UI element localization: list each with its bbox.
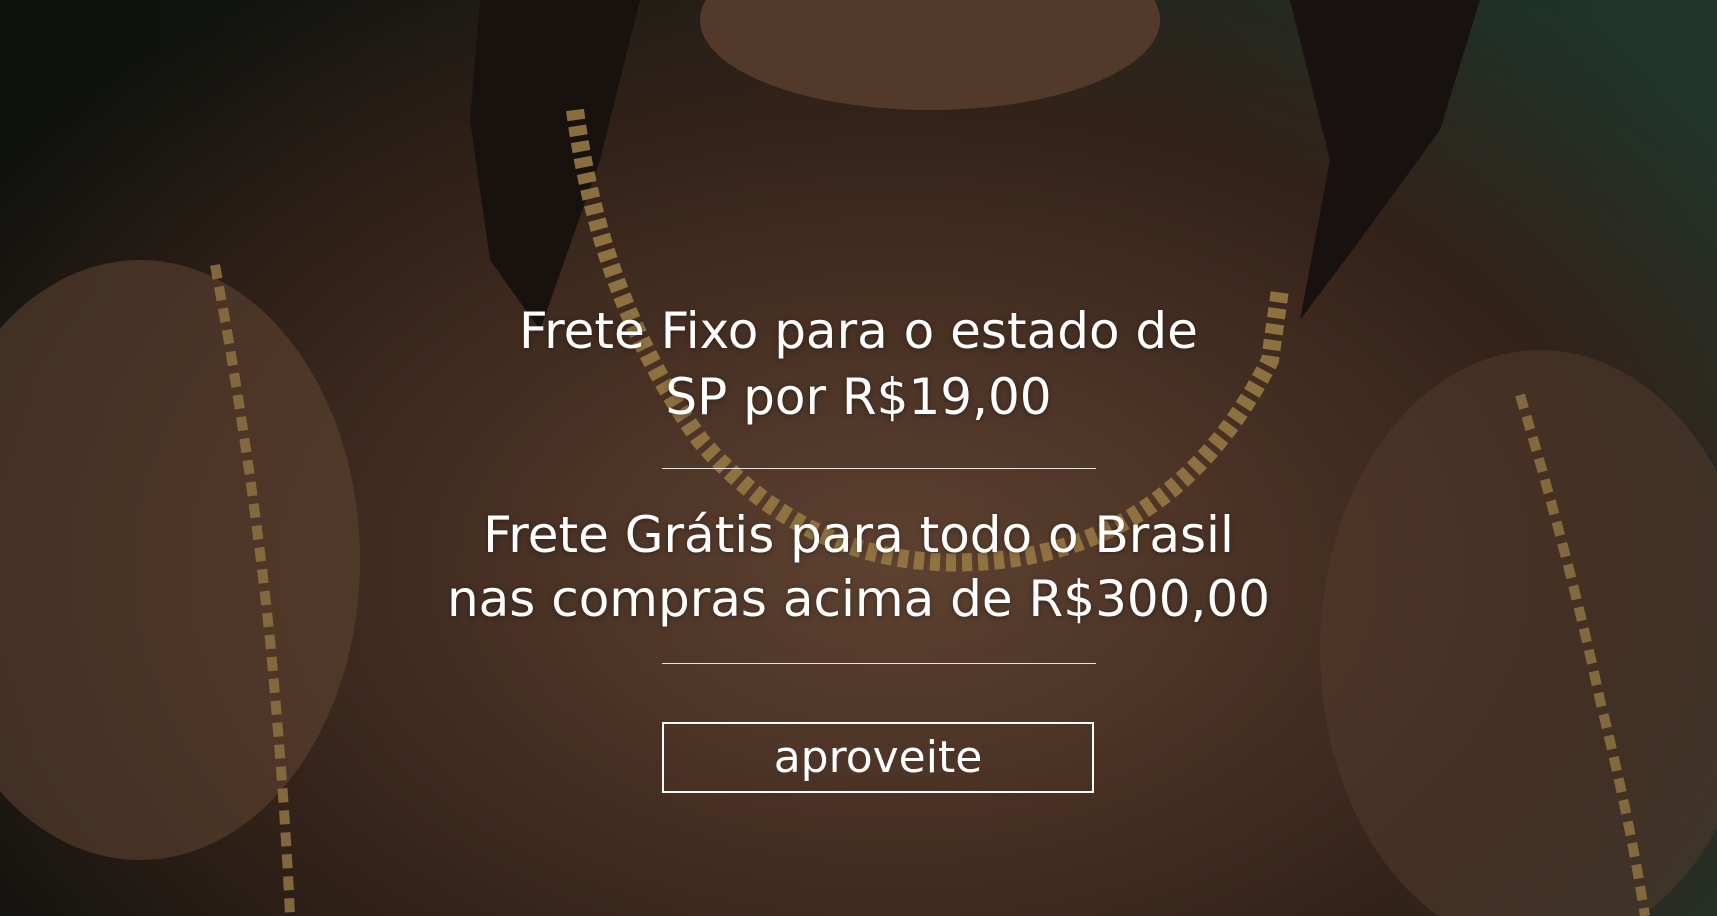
promo-content: Frete Fixo para o estado de SP por R$19,… xyxy=(0,0,1717,916)
aproveite-button[interactable]: aproveite xyxy=(662,722,1094,793)
fixed-shipping-line1: Frete Fixo para o estado de xyxy=(519,302,1198,360)
fixed-shipping-line2: SP por R$19,00 xyxy=(665,368,1052,426)
free-shipping-line1: Frete Grátis para todo o Brasil xyxy=(483,506,1234,564)
free-shipping-line2: nas compras acima de R$300,00 xyxy=(446,570,1271,628)
divider-bottom xyxy=(662,663,1096,664)
hero-banner: Frete Fixo para o estado de SP por R$19,… xyxy=(0,0,1717,916)
divider-top xyxy=(662,468,1096,469)
